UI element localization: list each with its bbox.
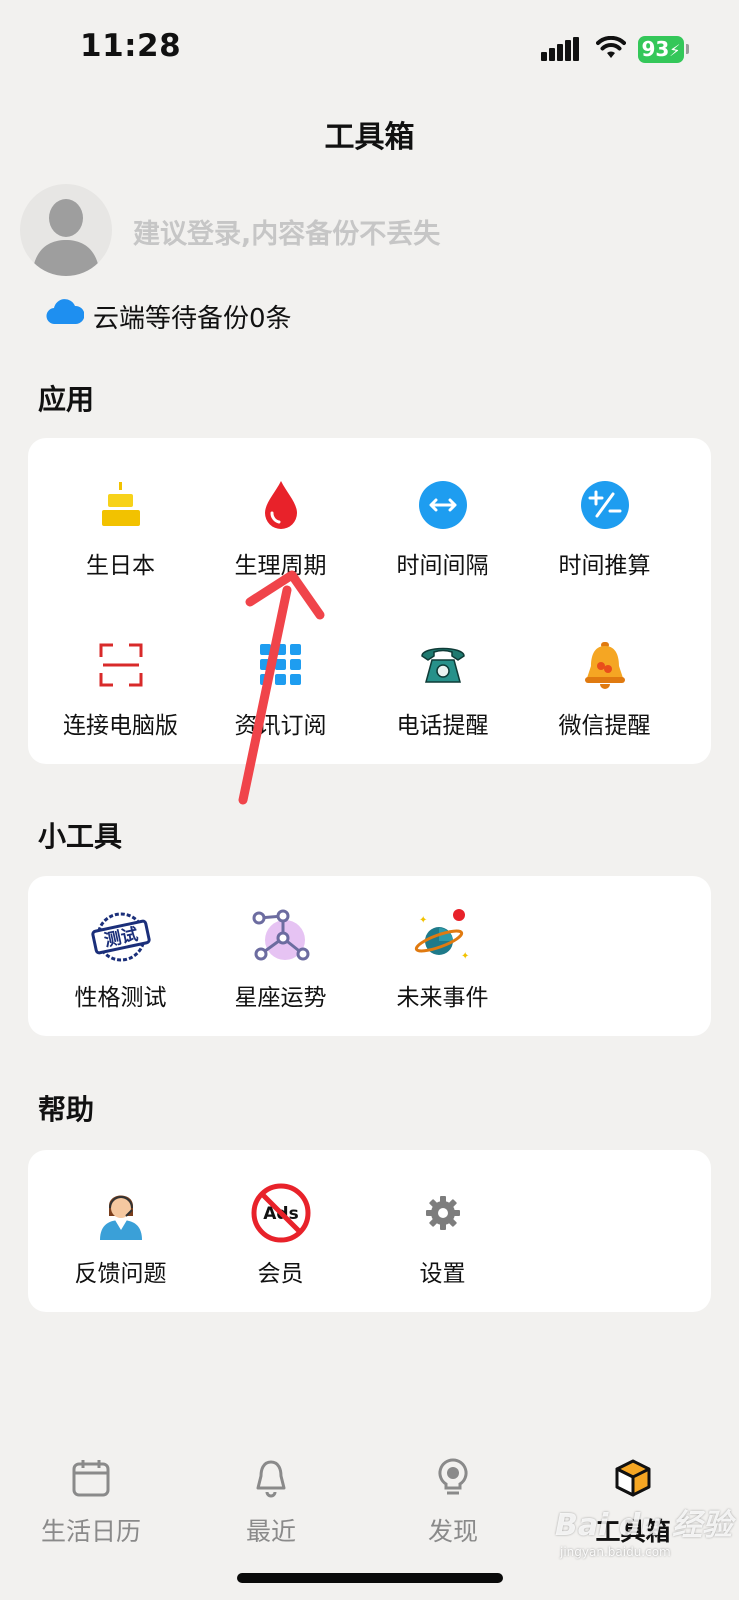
app-label: 电话提醒 [396, 713, 489, 739]
help-settings[interactable]: 设置 [360, 1186, 525, 1288]
battery-level: 93 [641, 37, 670, 61]
birthday-cake-icon [38, 478, 203, 532]
tools-card: 测试 性格测试 星座运势 ✦ ✦ 未来事件 [28, 876, 711, 1036]
app-label: 连接电脑版 [63, 713, 178, 739]
apps-card: 生日本 生理周期 时间间隔 时间推算 连接电脑版 资讯订阅 电话提醒 微信提醒 [28, 438, 711, 764]
section-title-apps: 应用 [38, 383, 95, 416]
cloud-icon [46, 298, 85, 330]
app-label: 时间推算 [558, 553, 651, 579]
help-label: 会员 [257, 1261, 304, 1287]
constellation-icon [198, 909, 363, 964]
wifi-icon [596, 35, 626, 64]
app-birthday-book[interactable]: 生日本 [38, 478, 203, 580]
help-membership[interactable]: Ads 会员 [198, 1183, 363, 1288]
tool-label: 未来事件 [396, 985, 489, 1011]
lightbulb-icon [368, 1456, 538, 1500]
section-title-tools: 小工具 [38, 820, 123, 853]
help-card: 反馈问题 Ads 会员 设置 [28, 1150, 711, 1312]
login-hint[interactable]: 建议登录,内容备份不丢失 [133, 212, 440, 251]
scan-frame-icon [38, 638, 203, 692]
status-time: 11:28 [80, 28, 182, 64]
nav-discover[interactable]: 发现 [368, 1456, 538, 1548]
bell-icon [522, 638, 687, 692]
tool-personality-test[interactable]: 测试 性格测试 [38, 910, 203, 1012]
app-label: 微信提醒 [558, 713, 651, 739]
telephone-icon [360, 638, 525, 692]
cube-icon [548, 1456, 718, 1500]
app-menstrual-cycle[interactable]: 生理周期 [198, 478, 363, 580]
nav-label: 发现 [427, 1517, 478, 1546]
tool-future-events[interactable]: ✦ ✦ 未来事件 [360, 909, 525, 1012]
backup-status: 云端等待备份0条 [93, 304, 292, 334]
tool-label: 星座运势 [234, 985, 327, 1011]
app-wechat-reminder[interactable]: 微信提醒 [522, 638, 687, 740]
app-label: 时间间隔 [396, 553, 489, 579]
blood-drop-icon [198, 478, 363, 532]
no-ads-icon: Ads [198, 1183, 363, 1243]
tool-label: 性格测试 [74, 985, 167, 1011]
watermark: Bai du 经验 [555, 1508, 733, 1543]
avatar[interactable] [20, 184, 112, 276]
gear-icon [360, 1186, 525, 1240]
help-label: 反馈问题 [74, 1261, 167, 1287]
svg-text:✦: ✦ [419, 915, 427, 926]
app-time-interval[interactable]: 时间间隔 [360, 478, 525, 580]
app-phone-reminder[interactable]: 电话提醒 [360, 638, 525, 740]
app-label: 资讯订阅 [234, 713, 327, 739]
time-calc-icon [522, 478, 687, 532]
watermark-url: jingyan.baidu.com [560, 1545, 671, 1559]
home-indicator [237, 1573, 503, 1583]
app-connect-pc[interactable]: 连接电脑版 [38, 638, 203, 740]
nav-recent[interactable]: 最近 [186, 1456, 356, 1548]
nav-life-calendar[interactable]: 生活日历 [6, 1456, 176, 1548]
calendar-icon [6, 1456, 176, 1500]
battery-tip [686, 44, 689, 54]
help-label: 设置 [419, 1261, 466, 1287]
nav-label: 最近 [245, 1517, 296, 1546]
app-news-subscribe[interactable]: 资讯订阅 [198, 638, 363, 740]
app-time-calc[interactable]: 时间推算 [522, 478, 687, 580]
help-feedback[interactable]: 反馈问题 [38, 1186, 203, 1288]
svg-text:✦: ✦ [461, 951, 469, 962]
battery-indicator: 93⚡ [638, 36, 684, 63]
bell-outline-icon [186, 1456, 356, 1500]
app-label: 生日本 [86, 553, 155, 579]
cellular-signal-icon [541, 37, 579, 61]
support-agent-icon [38, 1186, 203, 1240]
tool-horoscope[interactable]: 星座运势 [198, 909, 363, 1012]
page-title: 工具箱 [324, 120, 415, 155]
grid-icon [198, 638, 363, 692]
app-label: 生理周期 [234, 553, 327, 579]
planet-icon: ✦ ✦ [360, 909, 525, 964]
section-title-help: 帮助 [38, 1093, 95, 1126]
time-interval-icon [360, 478, 525, 532]
nav-label: 生活日历 [40, 1517, 141, 1546]
test-stamp-icon: 测试 [38, 910, 203, 964]
person-silhouette-icon [32, 199, 100, 276]
